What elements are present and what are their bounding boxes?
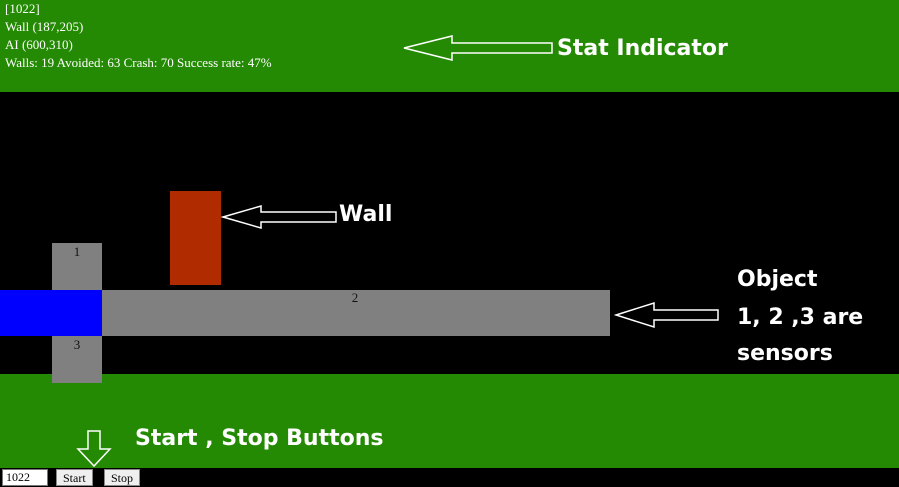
sensor-1-label: 1: [73, 244, 81, 259]
arrow-left-icon: [614, 301, 719, 329]
control-bar: Start Stop: [0, 468, 899, 487]
wall-label: Wall: [339, 202, 393, 227]
bottom-grass-band: [0, 374, 899, 468]
sensor-3-label: 3: [73, 337, 81, 352]
object-label-line2: 1, 2 ,3 are: [737, 305, 864, 330]
object-label-line3: sensors: [737, 341, 833, 366]
stop-button[interactable]: Stop: [104, 469, 141, 486]
buttons-label: Start , Stop Buttons: [135, 426, 384, 451]
stats-summary: Walls: 19 Avoided: 63 Crash: 70 Success …: [5, 55, 272, 70]
sensor-2-label: 2: [351, 290, 359, 305]
ai-agent: [0, 290, 102, 336]
wall-position: Wall (187,205): [5, 19, 84, 34]
frame-counter: [1022]: [5, 1, 40, 16]
arrow-left-icon: [221, 205, 337, 229]
object-label-line1: Object: [737, 267, 818, 292]
stat-indicator-label: Stat Indicator: [557, 36, 728, 61]
step-input[interactable]: [2, 469, 48, 486]
wall-obstacle: [170, 191, 221, 285]
ai-position: AI (600,310): [5, 37, 73, 52]
arrow-left-icon: [403, 35, 553, 61]
stat-indicator: [1022] Wall (187,205) AI (600,310) Walls…: [5, 0, 272, 72]
start-button[interactable]: Start: [56, 469, 93, 486]
arrow-down-icon: [76, 430, 112, 468]
